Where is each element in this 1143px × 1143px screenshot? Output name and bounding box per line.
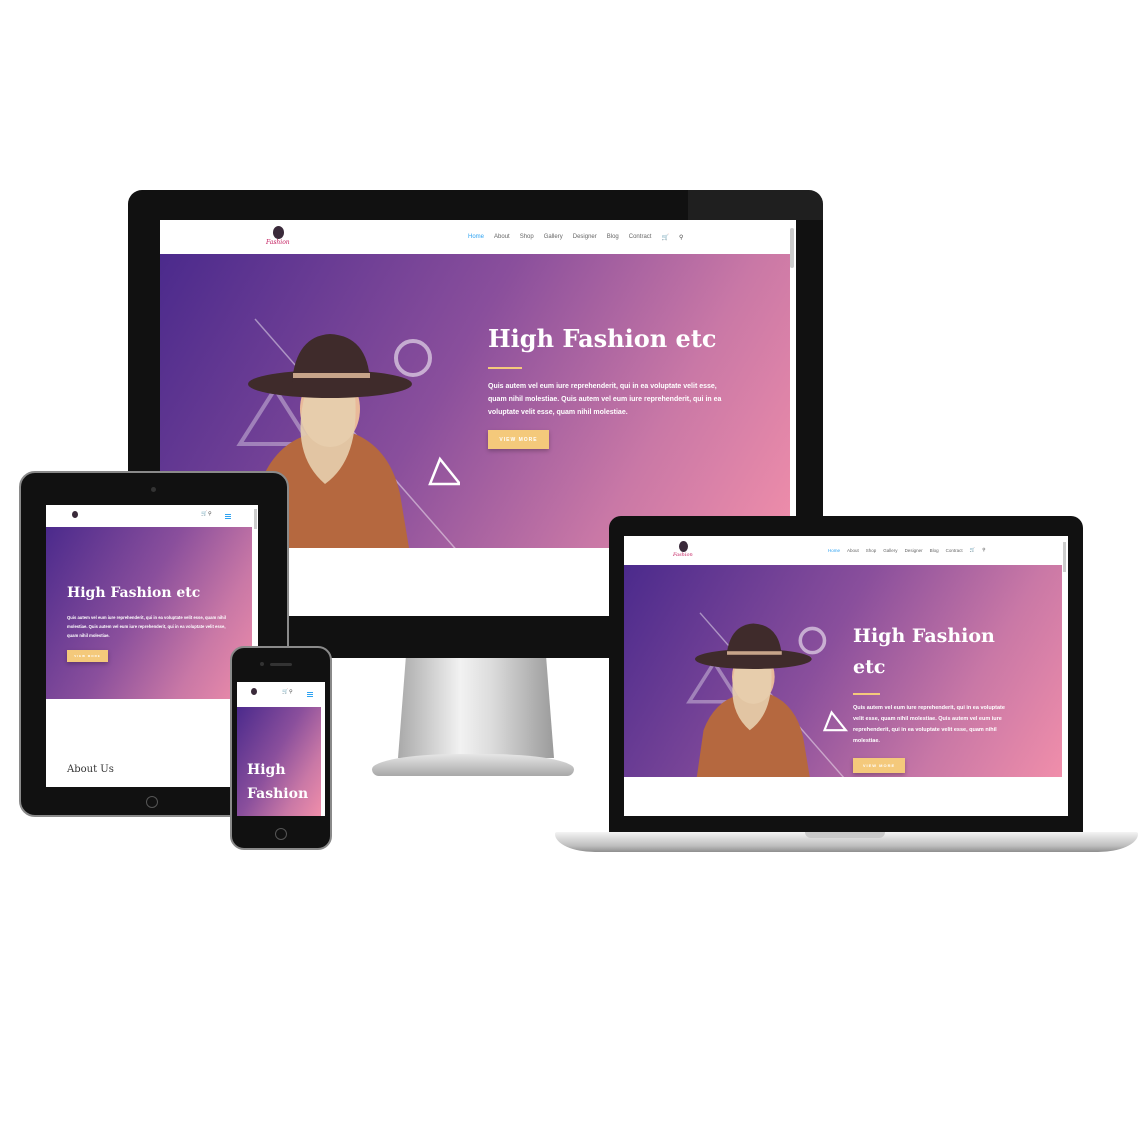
laptop-view-more-button[interactable]: VIEW MORE <box>853 758 905 773</box>
tablet-home-button[interactable] <box>146 796 158 808</box>
hamburger-icon[interactable] <box>307 692 313 697</box>
desktop-header: Fashion Home About Shop Gallery Designer… <box>160 220 796 254</box>
nav-home[interactable]: Home <box>468 234 484 240</box>
phone-home-button[interactable] <box>275 828 287 840</box>
laptop-title-underline <box>853 693 880 695</box>
tablet-header: 🛒 ⚲ <box>46 505 258 527</box>
laptop-hero-text: Quis autem vel eum iure reprehenderit, q… <box>853 705 1005 744</box>
phone: 🛒 ⚲ High Fashion <box>230 646 332 850</box>
phone-speaker <box>270 663 292 666</box>
laptop-hero-title-line2: etc <box>853 656 886 678</box>
desktop-scrollbar[interactable] <box>790 228 794 268</box>
phone-header: 🛒 ⚲ <box>237 682 325 704</box>
search-icon[interactable]: ⚲ <box>289 689 293 695</box>
phone-hero-title-line2: Fashion <box>247 786 309 802</box>
search-icon[interactable]: ⚲ <box>679 234 683 241</box>
tablet-about-heading: About Us <box>67 764 114 775</box>
laptop-logo[interactable]: Fashion <box>673 541 694 561</box>
search-icon[interactable]: ⚲ <box>208 511 212 517</box>
laptop-header: Fashion Home About Shop Gallery Designer… <box>624 536 1068 565</box>
nav-shop[interactable]: Shop <box>866 548 877 553</box>
nav-designer[interactable]: Designer <box>573 234 597 240</box>
tablet-camera <box>151 487 156 492</box>
tablet-hero-text: Quis autem vel eum iure reprehenderit, q… <box>67 615 226 638</box>
laptop-scrollbar[interactable] <box>1063 542 1066 572</box>
laptop-hero: High Fashion etc Quis autem vel eum iure… <box>624 565 1062 777</box>
laptop-screen: Fashion Home About Shop Gallery Designer… <box>624 536 1068 816</box>
logo-text: Fashion <box>673 552 693 558</box>
laptop: Fashion Home About Shop Gallery Designer… <box>609 516 1083 834</box>
cart-icon[interactable]: 🛒 <box>661 234 668 241</box>
logo-icon[interactable] <box>251 688 257 695</box>
nav-contract[interactable]: Contract <box>629 234 652 240</box>
nav-about[interactable]: About <box>847 548 859 553</box>
monitor-reflection <box>688 190 823 220</box>
desktop-nav: Home About Shop Gallery Designer Blog Co… <box>468 232 683 242</box>
search-icon[interactable]: ⚲ <box>982 547 985 553</box>
nav-home[interactable]: Home <box>828 548 840 553</box>
tablet-hero: High Fashion etc Quis autem vel eum iure… <box>46 527 252 699</box>
desktop-hero-title: High Fashion etc <box>488 324 717 353</box>
nav-gallery[interactable]: Gallery <box>883 548 897 553</box>
monitor-base <box>372 754 574 776</box>
phone-screen: 🛒 ⚲ High Fashion <box>237 682 325 816</box>
cart-icon[interactable]: 🛒 <box>970 547 976 553</box>
logo-icon[interactable] <box>72 511 78 518</box>
desktop-hero-text: Quis autem vel eum iure reprehenderit, q… <box>488 383 722 416</box>
monitor-stand <box>398 658 554 758</box>
logo-text: Fashion <box>266 239 290 246</box>
tablet-scrollbar[interactable] <box>254 509 257 529</box>
phone-hero: High Fashion <box>237 707 321 816</box>
logo-icon <box>679 541 688 552</box>
tablet-screen: 🛒 ⚲ High Fashion etc Quis autem vel eum … <box>46 505 258 787</box>
nav-designer[interactable]: Designer <box>905 548 923 553</box>
phone-hero-title-line1: High <box>247 762 286 778</box>
nav-blog[interactable]: Blog <box>930 548 939 553</box>
nav-shop[interactable]: Shop <box>520 234 534 240</box>
hamburger-icon[interactable] <box>225 514 231 519</box>
nav-contract[interactable]: Contract <box>946 548 963 553</box>
laptop-nav: Home About Shop Gallery Designer Blog Co… <box>828 546 986 554</box>
phone-camera <box>260 662 264 666</box>
hero-decoration <box>686 612 849 777</box>
desktop-view-more-button[interactable]: VIEW MORE <box>488 430 549 449</box>
logo-icon <box>273 226 284 239</box>
tablet-hero-title: High Fashion etc <box>67 585 201 601</box>
site-logo[interactable]: Fashion <box>266 226 290 250</box>
cart-icon[interactable]: 🛒 <box>282 689 288 695</box>
desktop-title-underline <box>488 367 522 369</box>
nav-gallery[interactable]: Gallery <box>544 234 563 240</box>
cart-icon[interactable]: 🛒 <box>201 511 207 517</box>
laptop-hero-title-line1: High Fashion <box>853 625 995 647</box>
laptop-notch <box>805 832 885 838</box>
nav-blog[interactable]: Blog <box>607 234 619 240</box>
nav-about[interactable]: About <box>494 234 510 240</box>
tablet-view-more-button[interactable]: VIEW MORE <box>67 650 108 662</box>
